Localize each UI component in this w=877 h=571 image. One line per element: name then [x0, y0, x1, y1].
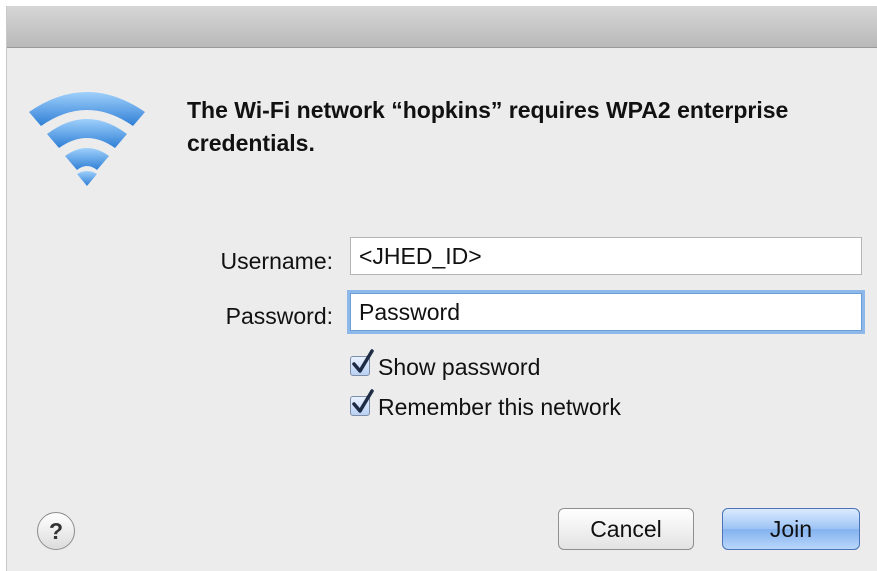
join-button[interactable]: Join: [722, 508, 860, 550]
show-password-label: Show password: [378, 353, 541, 380]
username-label: Username:: [220, 248, 333, 274]
cancel-button[interactable]: Cancel: [558, 508, 694, 550]
show-password-option[interactable]: Show password: [350, 349, 541, 382]
dialog-message: The Wi-Fi network “hopkins” requires WPA…: [187, 97, 789, 156]
remember-network-label: Remember this network: [378, 393, 621, 420]
remember-network-option[interactable]: Remember this network: [350, 389, 621, 422]
username-field[interactable]: <JHED_ID>: [350, 237, 862, 275]
title-bar[interactable]: [7, 6, 877, 48]
help-button[interactable]: ?: [37, 512, 75, 550]
checkmark-icon: [352, 389, 374, 413]
wifi-icon: [25, 82, 149, 192]
password-field[interactable]: Password: [350, 293, 862, 331]
password-label: Password:: [225, 303, 333, 329]
remember-network-checkbox[interactable]: [350, 389, 374, 416]
wifi-credentials-dialog: The Wi-Fi network “hopkins” requires WPA…: [6, 6, 877, 571]
checkmark-icon: [352, 349, 374, 373]
show-password-checkbox[interactable]: [350, 349, 374, 376]
